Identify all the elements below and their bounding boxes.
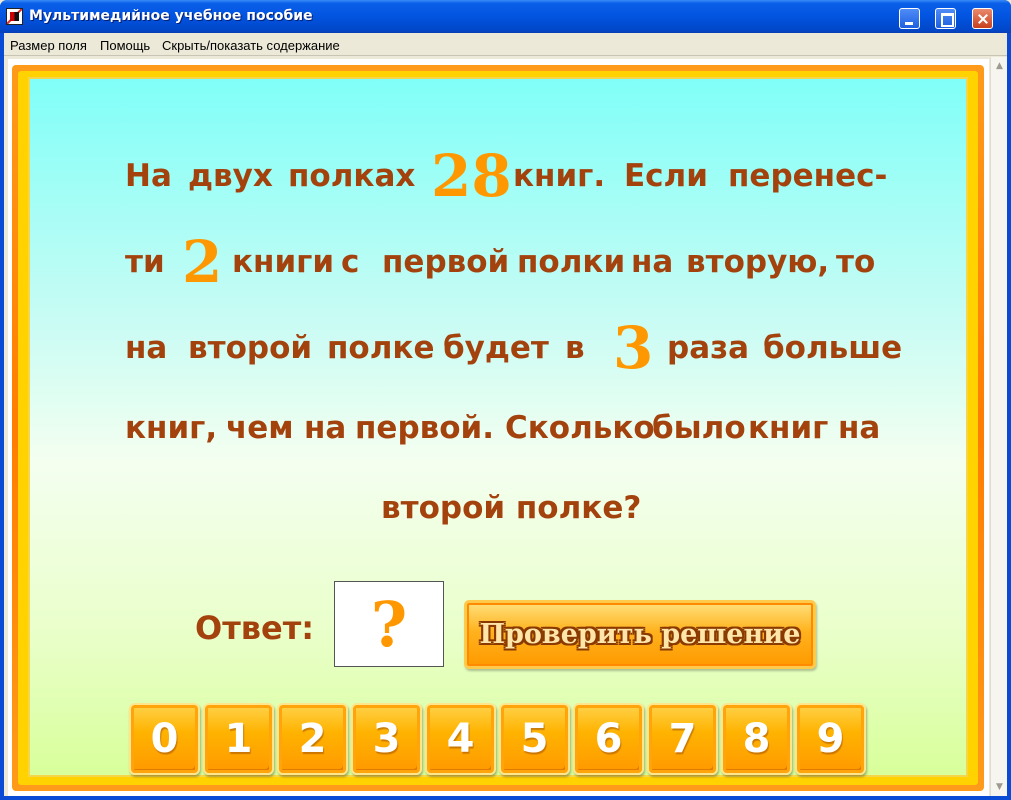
word: вторую, — [686, 244, 830, 280]
problem-line-5: второй полке? — [30, 473, 970, 543]
number-2: 2 — [182, 228, 223, 296]
word: первой. — [355, 410, 495, 446]
window-title: Мультимедийное учебное пособие — [29, 8, 313, 24]
digit-button-5[interactable]: 5 — [499, 703, 570, 775]
digit-button-2[interactable]: 2 — [277, 703, 348, 775]
client-area: Размер поля Помощь Скрыть/показать содер… — [4, 33, 1007, 796]
check-solution-label: Проверить решение — [479, 619, 801, 650]
word: ти — [125, 244, 165, 280]
word: полки — [517, 244, 626, 280]
word: Сколько — [505, 410, 655, 446]
app-window: Мультимедийное учебное пособие Размер по… — [0, 0, 1011, 800]
answer-label: Ответ: — [195, 609, 315, 647]
problem-line-2: ти 2 книги с первой полки на вторую, то — [30, 227, 970, 297]
digit-button-7[interactable]: 7 — [647, 703, 718, 775]
problem-line-1: На двух полках 28 книг. Если перенес- — [30, 141, 970, 211]
word: раза — [667, 330, 750, 366]
digit-label: 6 — [594, 716, 623, 762]
check-solution-button[interactable]: Проверить решение — [464, 600, 816, 669]
word: первой — [382, 244, 510, 280]
digit-button-3[interactable]: 3 — [351, 703, 422, 775]
word: то — [836, 244, 876, 280]
word: книг, — [125, 410, 218, 446]
digit-button-4[interactable]: 4 — [425, 703, 496, 775]
word: второй — [188, 330, 313, 366]
word: будет — [443, 330, 549, 366]
word: книг — [748, 410, 829, 446]
digit-label: 4 — [446, 716, 475, 762]
word: на — [838, 410, 881, 446]
vertical-scrollbar[interactable]: ▲ ▼ — [990, 57, 1007, 796]
digit-button-0[interactable]: 0 — [129, 703, 200, 775]
digit-label: 5 — [520, 716, 549, 762]
lesson-stage: На двух полках 28 книг. Если перенес- ти… — [8, 59, 989, 796]
word: полке — [327, 330, 435, 366]
scroll-down-arrow-icon[interactable]: ▼ — [993, 780, 1006, 794]
word: полках — [288, 158, 416, 194]
digit-label: 1 — [224, 716, 253, 762]
word: в — [565, 330, 585, 366]
digit-label: 8 — [742, 716, 771, 762]
digit-label: 7 — [668, 716, 697, 762]
word: больше — [763, 330, 903, 366]
digit-button-6[interactable]: 6 — [573, 703, 644, 775]
menu-bar: Размер поля Помощь Скрыть/показать содер… — [4, 33, 1007, 56]
menu-help[interactable]: Помощь — [100, 38, 150, 53]
scroll-up-arrow-icon[interactable]: ▲ — [993, 59, 1006, 73]
maximize-button[interactable] — [935, 8, 956, 29]
title-bar[interactable]: Мультимедийное учебное пособие — [0, 0, 1011, 33]
menu-toggle-contents[interactable]: Скрыть/показать содержание — [162, 38, 340, 53]
answer-field[interactable]: ? — [334, 581, 444, 667]
word: перенес- — [728, 158, 888, 194]
digit-label: 3 — [372, 716, 401, 762]
problem-line-4: книг, чем на первой. Сколько было книг н… — [30, 393, 970, 463]
word: На — [125, 158, 172, 194]
word: двух — [188, 158, 273, 194]
digit-button-8[interactable]: 8 — [721, 703, 792, 775]
answer-placeholder: ? — [370, 588, 408, 661]
menu-field-size[interactable]: Размер поля — [10, 38, 87, 53]
app-icon — [6, 8, 23, 25]
problem-line-3: на второй полке будет в 3 раза больше — [30, 313, 970, 383]
number-3: 3 — [613, 314, 654, 382]
digit-label: 9 — [816, 716, 845, 762]
word: книги — [232, 244, 335, 280]
word: книг. — [513, 158, 606, 194]
number-28: 28 — [431, 142, 512, 210]
word: на — [631, 244, 674, 280]
minimize-button[interactable] — [899, 8, 920, 29]
digit-button-1[interactable]: 1 — [203, 703, 274, 775]
digit-label: 0 — [150, 716, 179, 762]
word: на — [304, 410, 347, 446]
word: второй полке? — [381, 490, 642, 526]
lesson-panel: На двух полках 28 книг. Если перенес- ти… — [28, 77, 968, 777]
digit-label: 2 — [298, 716, 327, 762]
close-button[interactable] — [972, 8, 993, 29]
word: чем — [226, 410, 294, 446]
word: с — [341, 244, 360, 280]
word: Если — [624, 158, 708, 194]
digit-button-9[interactable]: 9 — [795, 703, 866, 775]
word: на — [125, 330, 168, 366]
digit-keypad: 0 1 2 3 4 5 6 7 8 9 — [129, 703, 870, 775]
word: было — [652, 410, 746, 446]
